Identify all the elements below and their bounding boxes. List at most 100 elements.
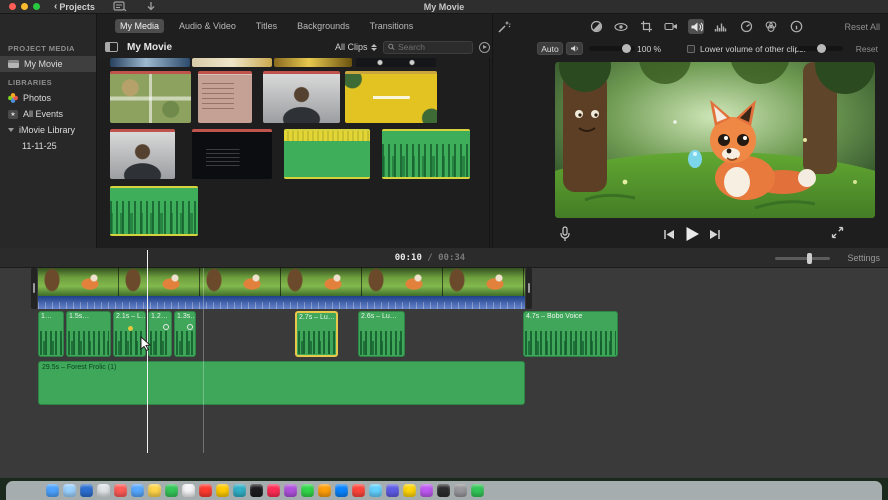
media-thumbnail-strip-gold[interactable] [274,58,352,67]
dock-app-icon[interactable] [284,484,297,497]
browser-action-icon[interactable] [479,41,490,53]
clip-filter-dropdown[interactable]: All Clips [335,42,377,52]
zoom-window-button[interactable] [33,3,40,10]
dock-app-icon[interactable] [335,484,348,497]
lower-volume-slider-knob[interactable] [817,44,826,53]
stabilization-icon[interactable] [663,19,679,34]
mute-button[interactable] [566,42,583,55]
enhance-wand-icon[interactable] [497,20,511,34]
timeline-audio-clip[interactable]: 1… [38,311,64,357]
lower-volume-slider[interactable] [797,44,843,53]
sidebar-item-all-events[interactable]: ★ All Events [0,106,96,122]
tab-my-media[interactable]: My Media [115,18,165,33]
dock-app-icon[interactable] [97,484,110,497]
volume-slider[interactable] [589,44,635,53]
sidebar-toggle-icon[interactable] [105,42,118,52]
dock-app-icon[interactable] [386,484,399,497]
sidebar-item-imovie-library[interactable]: iMovie Library [0,122,96,138]
trim-handle-right[interactable] [526,268,532,309]
next-frame-button[interactable] [709,229,721,240]
media-thumbnail-strip-cream[interactable] [192,58,272,67]
dock-app-icon[interactable] [233,484,246,497]
dock-app-icon[interactable] [454,484,467,497]
tab-audio-video[interactable]: Audio & Video [174,19,241,33]
dock-app-icon[interactable] [63,484,76,497]
noise-reduction-icon[interactable] [713,19,729,34]
voiceover-mic-icon[interactable] [559,226,571,242]
fullscreen-icon[interactable] [831,226,844,239]
media-thumbnail-audio-band[interactable] [284,129,370,179]
timeline-video-clip[interactable] [38,268,525,296]
volume-slider-knob[interactable] [622,44,631,53]
tab-titles[interactable]: Titles [251,19,282,33]
dock-app-icon[interactable] [199,484,212,497]
timeline-audio-clip[interactable]: 2.6s – Lu… [358,311,405,357]
trim-handle-left[interactable] [31,268,37,309]
dock-app-icon[interactable] [131,484,144,497]
browser-scrollbar[interactable] [489,58,490,248]
timeline-music-clip[interactable]: 29.5s – Forest Frolic (1) [38,361,525,405]
tab-backgrounds[interactable]: Backgrounds [292,19,355,33]
timeline-audio-clip[interactable]: 1.3s… [174,311,196,357]
timeline-audio-clip[interactable]: 1.5s… [66,311,111,357]
dock-app-icon[interactable] [403,484,416,497]
media-thumbnail-audio-wave[interactable] [110,186,198,236]
dock-app-icon[interactable] [318,484,331,497]
media-thumbnail-promo-yellow[interactable] [345,71,437,123]
reset-button[interactable]: Reset [856,44,878,54]
dock-app-icon[interactable] [165,484,178,497]
timeline-video-audio-waveform[interactable] [38,296,525,309]
volume-adjust-icon[interactable] [688,19,704,34]
dock-app-icon[interactable] [267,484,280,497]
media-thumbnail-strip-dark[interactable] [356,58,436,67]
lower-volume-checkbox[interactable] [687,45,695,53]
dock-app-icon[interactable] [352,484,365,497]
dock-app-icon[interactable] [80,484,93,497]
sidebar-item-11-11-25[interactable]: 11-11-25 [0,138,96,154]
reset-all-button[interactable]: Reset All [844,22,880,32]
timeline-audio-clip[interactable]: 1.2… [148,311,172,357]
dock-app-icon[interactable] [301,484,314,497]
crop-icon[interactable] [638,19,654,34]
minimize-window-button[interactable] [21,3,28,10]
search-field[interactable] [383,40,473,54]
dock-app-icon[interactable] [369,484,382,497]
color-filters-icon[interactable] [613,19,629,34]
timeline-audio-clip[interactable]: 2.7s – Lu… [295,311,338,357]
timeline-zoom-slider[interactable] [775,253,830,264]
previous-frame-button[interactable] [663,229,675,240]
info-icon[interactable] [788,19,804,34]
media-thumbnail-document[interactable] [198,71,252,123]
tab-transitions[interactable]: Transitions [365,19,419,33]
dock-app-icon[interactable] [216,484,229,497]
media-thumbnail-webcam[interactable] [110,129,175,179]
play-button[interactable] [685,226,700,242]
media-thumbnail-terminal[interactable] [192,129,272,179]
sidebar-item-my-movie[interactable]: My Movie [0,56,96,72]
media-thumbnail-audio-wave[interactable] [382,129,470,179]
color-balance-icon[interactable] [588,19,604,34]
media-thumbnail-strip-blue[interactable] [110,58,190,67]
playhead[interactable] [147,250,148,453]
dock-app-icon[interactable] [46,484,59,497]
import-download-icon[interactable] [145,1,159,12]
projects-back-button[interactable]: ‹ Projects [54,1,95,12]
dock-app-icon[interactable] [250,484,263,497]
clip-filter-effect-icon[interactable] [763,19,779,34]
timeline-settings-button[interactable]: Settings [847,253,880,263]
sidebar-item-photos[interactable]: Photos [0,90,96,106]
dock-app-icon[interactable] [471,484,484,497]
media-thumbnail-screen-grid[interactable] [110,71,191,123]
timeline-zoom-knob[interactable] [807,253,812,264]
dock-app-icon[interactable] [437,484,450,497]
dock-app-icon[interactable] [114,484,127,497]
media-panel-icon[interactable] [113,1,127,12]
dock-app-icon[interactable] [182,484,195,497]
dock-app-icon[interactable] [420,484,433,497]
close-window-button[interactable] [9,3,16,10]
dock-app-icon[interactable] [148,484,161,497]
search-input[interactable] [398,42,468,52]
timeline-audio-clip[interactable]: 4.7s – Bobo Voice [523,311,618,357]
speed-icon[interactable] [738,19,754,34]
media-thumbnail-webcam[interactable] [263,71,340,123]
